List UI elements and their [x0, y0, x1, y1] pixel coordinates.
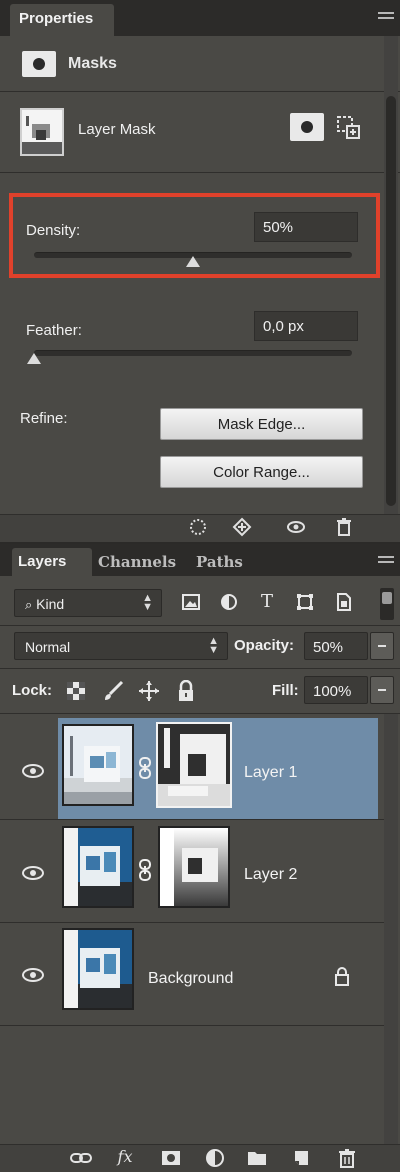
vector-mask-button[interactable]: [334, 113, 362, 141]
divider: [0, 713, 400, 714]
select-arrows-icon: ▲ ▼: [142, 592, 153, 613]
tab-layers[interactable]: Layers: [12, 548, 92, 576]
adjustment-filter-icon[interactable]: [218, 592, 240, 614]
feather-slider-track[interactable]: [34, 350, 352, 356]
density-label: Density:: [26, 222, 81, 239]
layer-2-mask-thumbnail[interactable]: [158, 826, 230, 908]
kind-label: Kind: [36, 596, 65, 612]
lock-pixels-icon[interactable]: [102, 680, 124, 702]
opacity-label: Opacity:: [234, 637, 295, 654]
background-name[interactable]: Background: [148, 970, 233, 988]
link-layers-icon[interactable]: [70, 1147, 92, 1169]
mask-edge-button[interactable]: Mask Edge...: [160, 408, 363, 440]
visibility-eye-icon[interactable]: [22, 866, 44, 880]
layer-1-image-thumbnail[interactable]: [62, 724, 134, 806]
apply-mask-icon[interactable]: [232, 517, 252, 537]
layer-mask-label: Layer Mask: [78, 121, 156, 138]
mask-link-icon[interactable]: [138, 756, 152, 785]
blend-mode-value: Normal: [25, 639, 71, 655]
feather-value-field[interactable]: 0,0 px: [254, 311, 358, 341]
select-arrows-icon: ▲ ▼: [208, 635, 219, 656]
visibility-eye-icon[interactable]: [22, 968, 44, 982]
tab-paths[interactable]: Paths: [196, 553, 243, 571]
filter-toggle-switch[interactable]: [380, 588, 394, 620]
mask-link-icon[interactable]: [138, 858, 152, 887]
masks-header: [0, 36, 400, 92]
add-mask-icon[interactable]: [160, 1147, 182, 1169]
tab-channels[interactable]: Channels: [98, 553, 176, 571]
type-filter-icon[interactable]: T: [256, 591, 278, 613]
background-lock-icon: [334, 966, 350, 986]
lock-label: Lock:: [12, 682, 53, 699]
panel-menu-icon[interactable]: [378, 12, 394, 24]
layers-menu-icon[interactable]: [378, 556, 394, 568]
vector-mask-icon: [337, 116, 360, 139]
layers-scrollbar[interactable]: [384, 714, 398, 1144]
opacity-field[interactable]: 50%: [304, 632, 368, 660]
color-range-button[interactable]: Color Range...: [160, 456, 363, 488]
background-image-thumbnail[interactable]: [62, 928, 134, 1010]
smart-object-filter-icon[interactable]: [332, 592, 354, 614]
new-group-icon[interactable]: [246, 1147, 268, 1169]
pixel-filter-icon[interactable]: [180, 592, 202, 614]
magnifier-icon: ⌕: [25, 597, 33, 612]
disable-mask-icon[interactable]: [286, 517, 306, 537]
kind-filter-select[interactable]: ⌕ Kind ▲ ▼: [14, 589, 162, 617]
divider: [0, 625, 400, 626]
adjustment-layer-icon[interactable]: [204, 1147, 226, 1169]
fx-icon[interactable]: fx: [114, 1146, 136, 1168]
masks-label: Masks: [68, 55, 117, 72]
fill-field[interactable]: 100%: [304, 676, 368, 704]
layer-1-mask-thumbnail[interactable]: [156, 722, 232, 808]
layer-2-name[interactable]: Layer 2: [244, 866, 297, 884]
lock-all-icon[interactable]: [176, 679, 196, 702]
layer-1-name[interactable]: Layer 1: [244, 764, 297, 782]
tab-properties[interactable]: Properties: [10, 4, 114, 36]
new-layer-icon[interactable]: [290, 1147, 312, 1169]
density-value-field[interactable]: 50%: [254, 212, 358, 242]
layer-mask-thumbnail: [20, 108, 64, 156]
masks-icon: [22, 51, 56, 77]
blend-mode-select[interactable]: Normal ▲ ▼: [14, 632, 228, 660]
pixel-mask-button[interactable]: [290, 113, 324, 141]
density-slider-thumb[interactable]: [186, 256, 200, 267]
fill-dropdown-button[interactable]: [370, 676, 394, 704]
shape-filter-icon[interactable]: [294, 592, 316, 614]
lock-transparency-icon[interactable]: [66, 681, 86, 701]
fill-label: Fill:: [272, 682, 299, 699]
visibility-eye-icon[interactable]: [22, 764, 44, 778]
delete-layer-icon[interactable]: [336, 1147, 358, 1169]
feather-slider-thumb[interactable]: [27, 353, 41, 364]
delete-mask-icon[interactable]: [334, 517, 354, 537]
load-selection-icon[interactable]: [188, 517, 208, 537]
layer-2-image-thumbnail[interactable]: [62, 826, 134, 908]
opacity-dropdown-button[interactable]: [370, 632, 394, 660]
properties-scroll-thumb[interactable]: [386, 96, 396, 506]
lock-position-icon[interactable]: [138, 680, 160, 702]
feather-label: Feather:: [26, 322, 82, 339]
refine-label: Refine:: [20, 410, 68, 427]
divider: [0, 668, 400, 669]
